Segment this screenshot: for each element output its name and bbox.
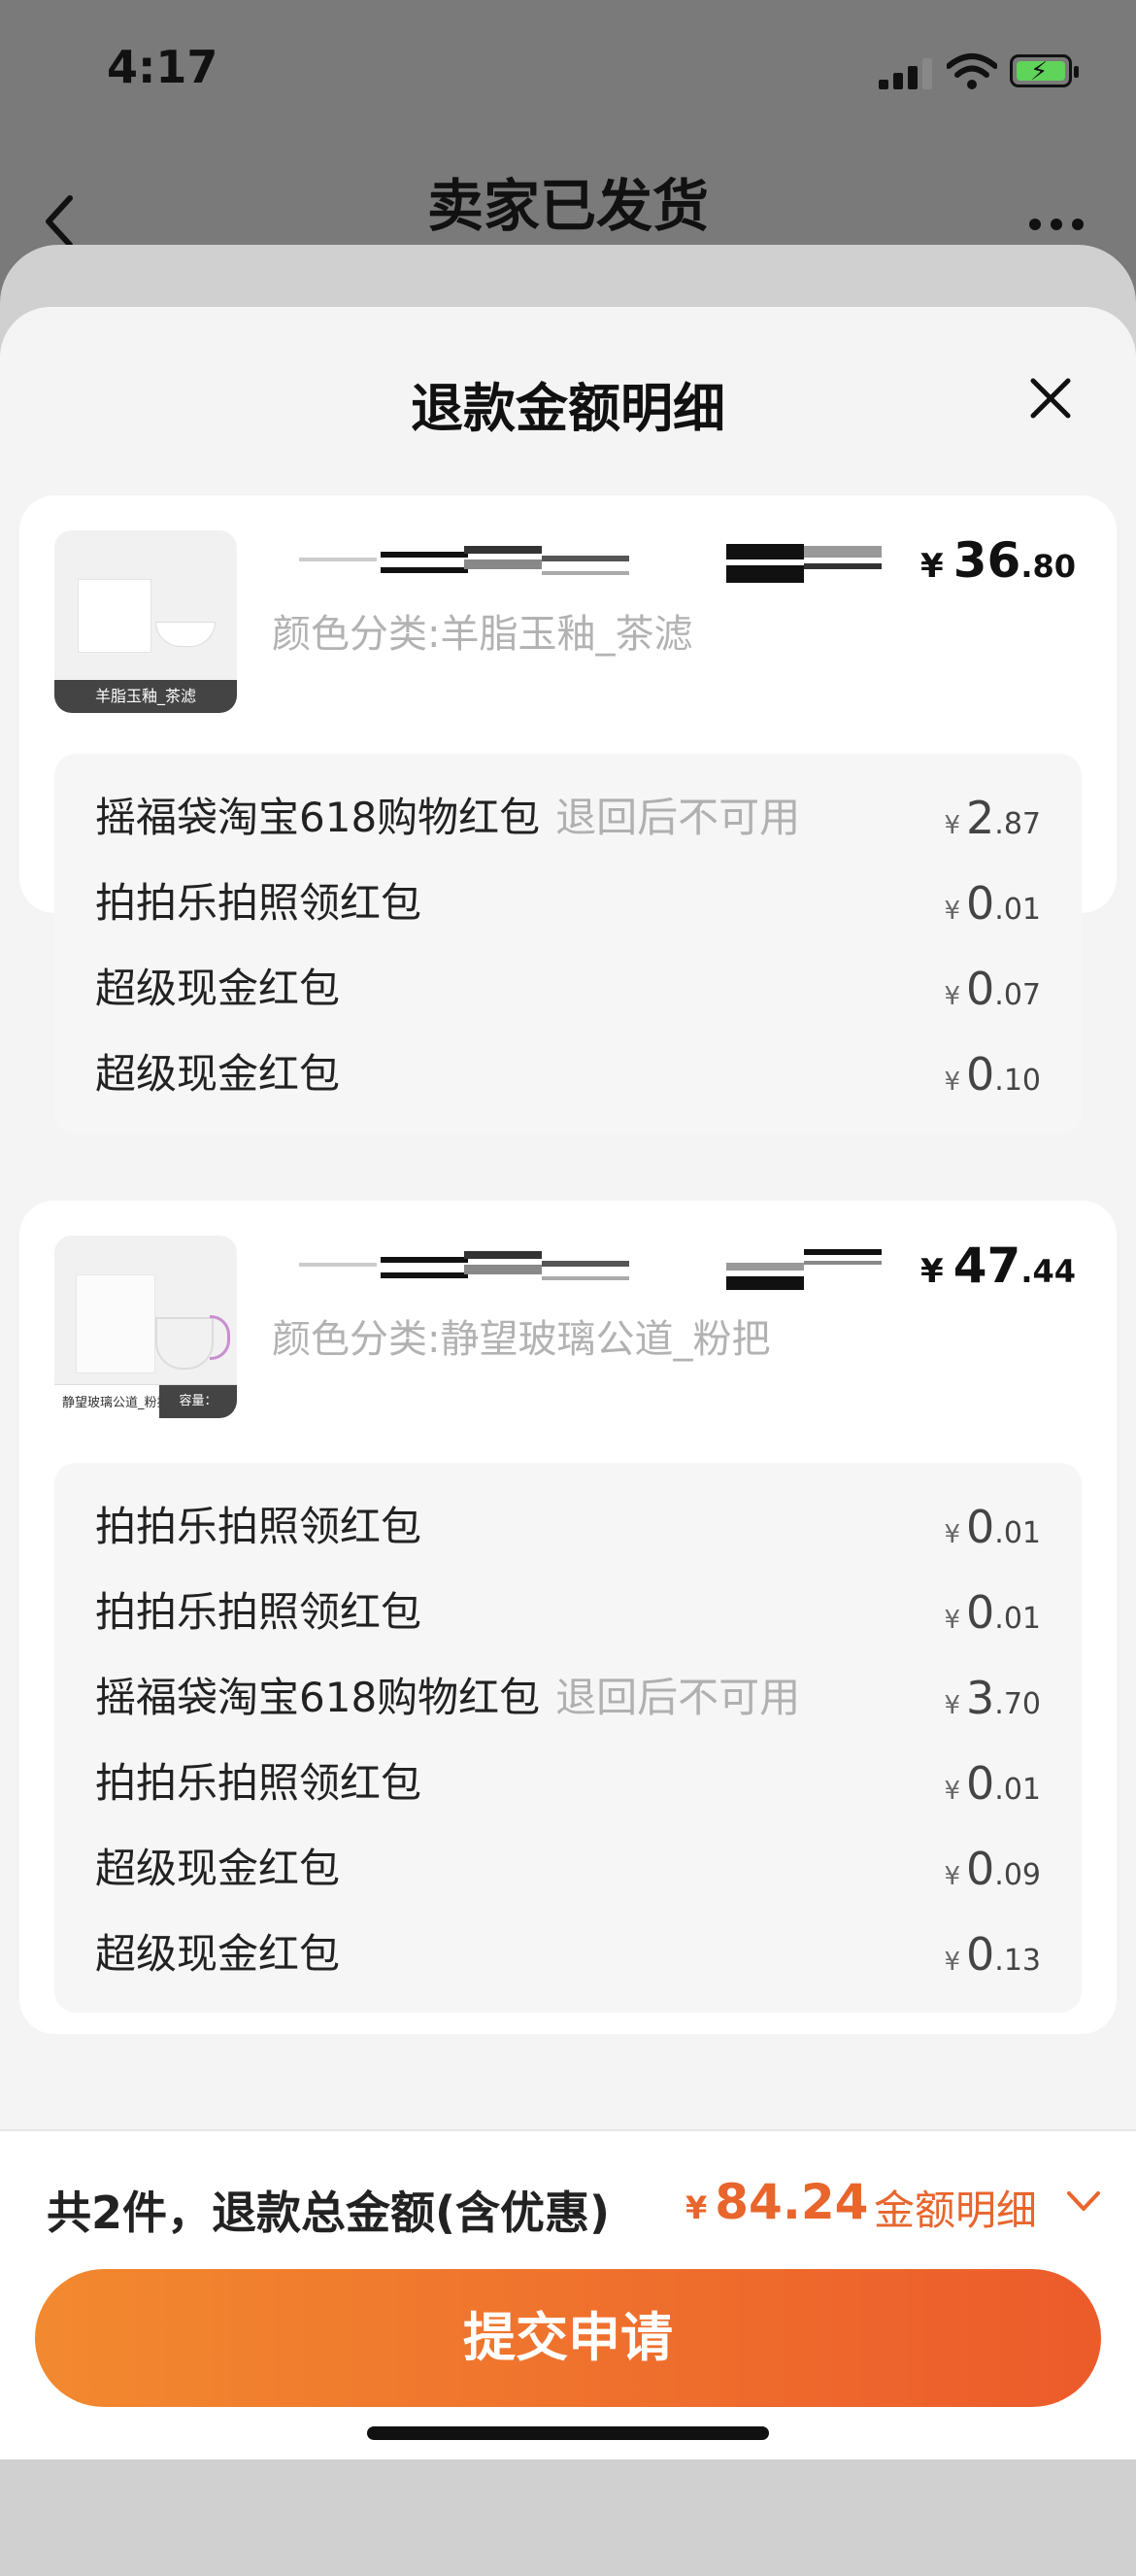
discount-row: 超级现金红包 ¥0.07 bbox=[95, 960, 1041, 1018]
discount-amount: ¥3.70 bbox=[944, 1672, 1041, 1724]
signal-icon bbox=[879, 58, 933, 89]
discount-row: 摇福袋淘宝618购物红包 退回后不可用 ¥2.87 bbox=[95, 789, 1041, 847]
discount-label: 超级现金红包 bbox=[95, 1050, 341, 1098]
item-spec: 颜色分类:羊脂玉釉_茶滤 bbox=[272, 612, 693, 657]
wifi-icon bbox=[947, 53, 997, 89]
discount-row: 拍拍乐拍照领红包 ¥0.01 bbox=[95, 1583, 1041, 1642]
item-card: 静望玻璃公道_粉把 容量：260ml ¥47.44 颜色分类:静望玻璃公道_粉把… bbox=[19, 1201, 1117, 2034]
discount-amount: ¥0.13 bbox=[944, 1928, 1041, 1981]
redacted-title bbox=[299, 544, 882, 583]
discount-row: 拍拍乐拍照领红包 ¥0.01 bbox=[95, 1754, 1041, 1813]
item-spec: 颜色分类:静望玻璃公道_粉把 bbox=[272, 1317, 771, 1362]
submit-button[interactable]: 提交申请 bbox=[35, 2269, 1101, 2407]
discount-row: 拍拍乐拍照领红包 ¥0.01 bbox=[95, 1498, 1041, 1556]
status-time: 4:17 bbox=[107, 41, 218, 93]
discount-amount: ¥0.01 bbox=[944, 1501, 1041, 1553]
battery-icon: ⚡ bbox=[1010, 54, 1079, 87]
discount-list: 摇福袋淘宝618购物红包 退回后不可用 ¥2.87 拍拍乐拍照领红包 ¥0.01 … bbox=[54, 754, 1082, 1135]
discount-amount: ¥0.07 bbox=[944, 963, 1041, 1015]
discount-amount: ¥2.87 bbox=[944, 792, 1041, 844]
discount-row: 超级现金红包 ¥0.10 bbox=[95, 1045, 1041, 1103]
discount-label: 摇福袋淘宝618购物红包 bbox=[95, 794, 541, 841]
discount-amount: ¥0.01 bbox=[944, 877, 1041, 930]
discount-label: 拍拍乐拍照领红包 bbox=[95, 1759, 422, 1807]
product-thumbnail[interactable]: 静望玻璃公道_粉把 容量：260ml bbox=[54, 1236, 237, 1418]
discount-amount: ¥0.01 bbox=[944, 1586, 1041, 1639]
discount-amount: ¥0.10 bbox=[944, 1048, 1041, 1101]
refund-total: ¥84.24 bbox=[685, 2174, 869, 2230]
discount-note: 退回后不可用 bbox=[555, 794, 801, 841]
refund-summary: 共2件，退款总金额(含优惠) bbox=[47, 2186, 611, 2239]
item-price: ¥47.44 bbox=[920, 1237, 1076, 1294]
discount-amount: ¥0.01 bbox=[944, 1757, 1041, 1810]
discount-label: 拍拍乐拍照领红包 bbox=[95, 1588, 422, 1636]
status-bar: 4:17 ⚡ bbox=[0, 0, 1136, 146]
discount-note: 退回后不可用 bbox=[555, 1674, 801, 1721]
discount-label: 摇福袋淘宝618购物红包 bbox=[95, 1674, 541, 1721]
item-price: ¥36.80 bbox=[920, 532, 1076, 589]
discount-row: 拍拍乐拍照领红包 ¥0.01 bbox=[95, 874, 1041, 932]
more-icon[interactable] bbox=[1029, 216, 1093, 234]
thumbnail-caption: 静望玻璃公道_粉把 容量：260ml bbox=[54, 1384, 237, 1418]
discount-label: 拍拍乐拍照领红包 bbox=[95, 879, 422, 927]
amount-detail-toggle[interactable]: 金额明细 bbox=[874, 2178, 1037, 2237]
close-icon[interactable] bbox=[1029, 377, 1072, 420]
discount-row: 超级现金红包 ¥0.09 bbox=[95, 1840, 1041, 1898]
redacted-title bbox=[299, 1249, 882, 1290]
discount-amount: ¥0.09 bbox=[944, 1843, 1041, 1895]
discount-label: 超级现金红包 bbox=[95, 1930, 341, 1978]
sheet-title: 退款金额明细 bbox=[411, 378, 725, 439]
page-title: 卖家已发货 bbox=[426, 173, 709, 239]
chevron-down-icon[interactable] bbox=[1066, 2189, 1101, 2213]
discount-label: 超级现金红包 bbox=[95, 965, 341, 1012]
discount-list: 拍拍乐拍照领红包 ¥0.01 拍拍乐拍照领红包 ¥0.01 摇福袋淘宝618购物… bbox=[54, 1463, 1082, 2013]
discount-label: 拍拍乐拍照领红包 bbox=[95, 1503, 422, 1550]
discount-label: 超级现金红包 bbox=[95, 1845, 341, 1892]
discount-row: 超级现金红包 ¥0.13 bbox=[95, 1925, 1041, 1983]
discount-row: 摇福袋淘宝618购物红包 退回后不可用 ¥3.70 bbox=[95, 1669, 1041, 1727]
thumbnail-caption: 羊脂玉釉_茶滤 bbox=[54, 680, 237, 713]
product-thumbnail[interactable]: 羊脂玉釉_茶滤 bbox=[54, 530, 237, 713]
item-card: 羊脂玉釉_茶滤 ¥36.80 颜色分类:羊脂玉釉_茶滤 摇福袋淘宝618购物红包… bbox=[19, 495, 1117, 1135]
footer-bar: 共2件，退款总金额(含优惠) ¥84.24 金额明细 提交申请 bbox=[0, 2129, 1136, 2459]
home-indicator bbox=[367, 2426, 769, 2440]
